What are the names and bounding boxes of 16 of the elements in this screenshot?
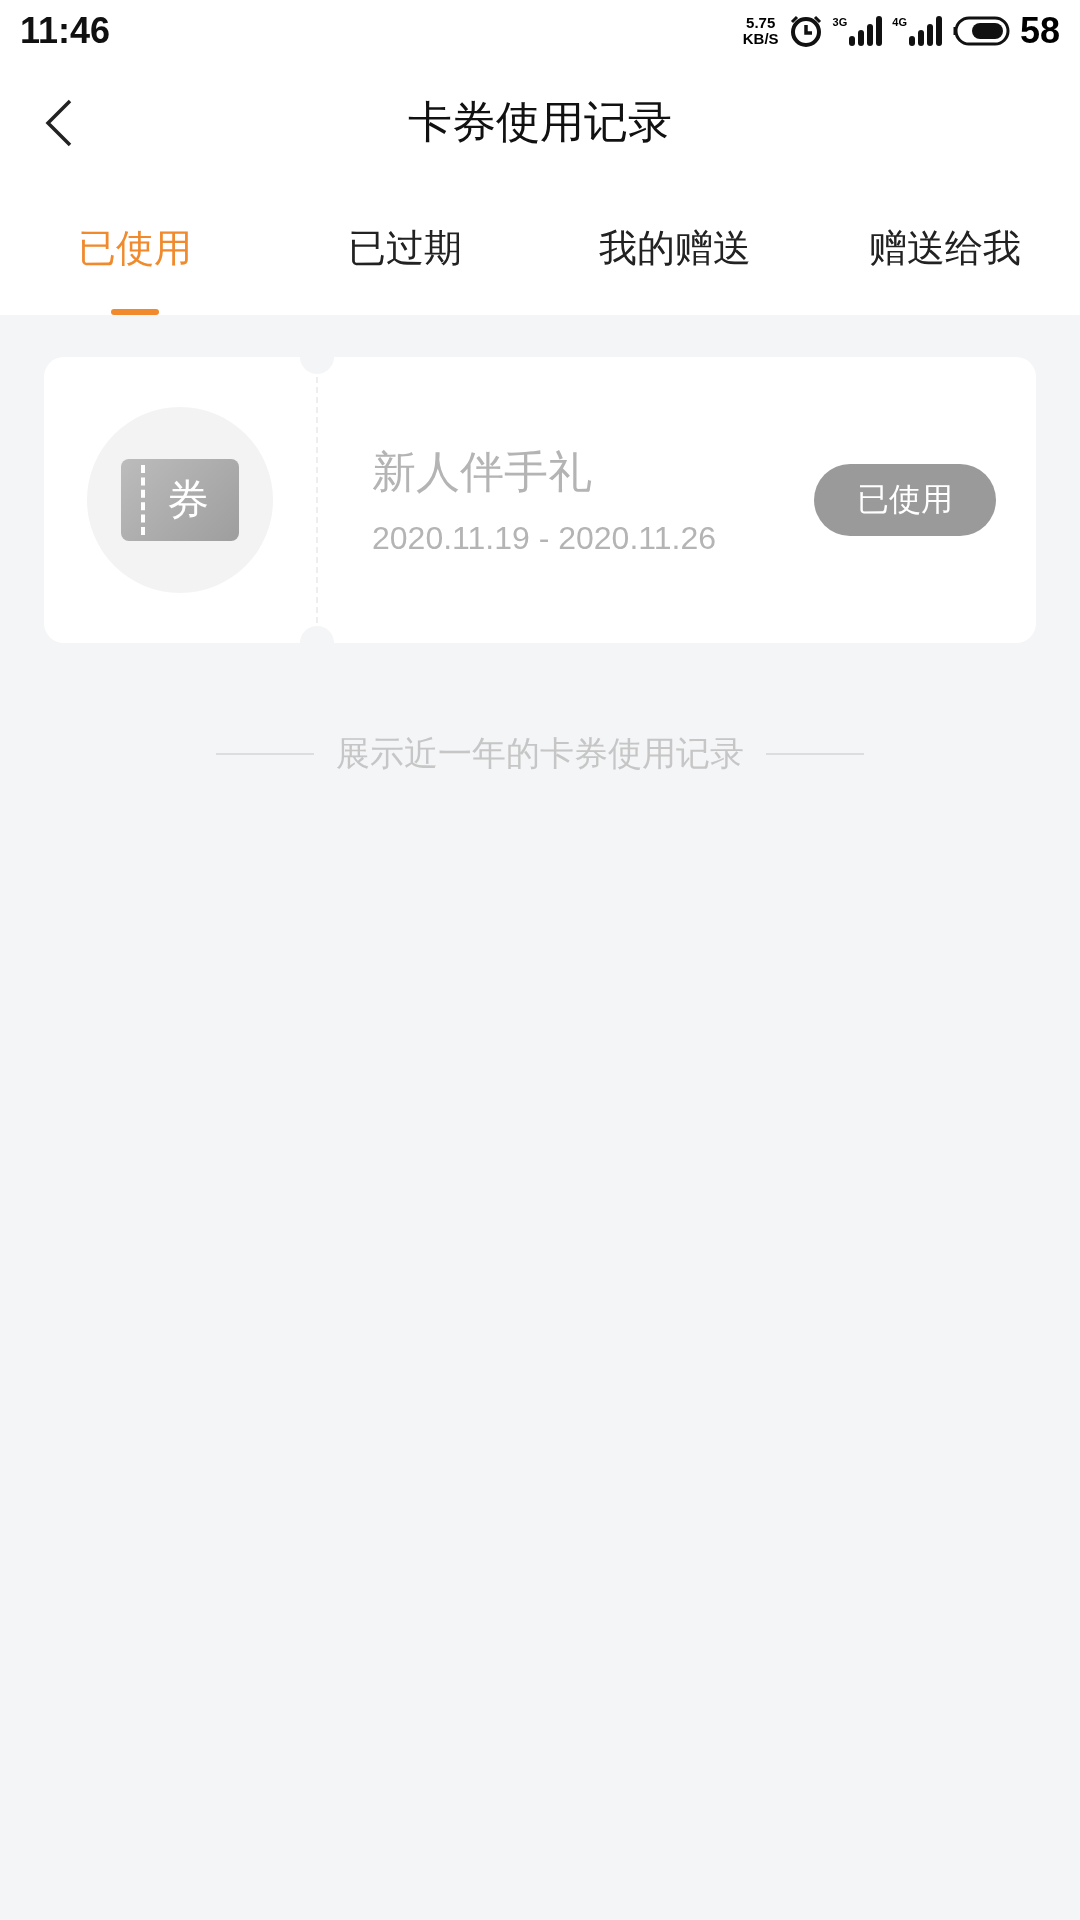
tab[interactable]: 已过期 [270,182,540,315]
tab[interactable]: 我的赠送 [540,182,810,315]
page-title: 卡券使用记录 [408,94,672,149]
coupon-name: 新人伴手礼 [372,445,593,499]
network-type: 4G [892,16,907,28]
signal-icon [848,16,883,46]
signal-icon [907,16,942,46]
battery-icon [951,16,1010,46]
network-speed: 5.75 KB/S [742,15,779,47]
tab[interactable]: 赠送给我 [810,182,1080,315]
network-type: 3G [832,16,848,28]
status-time: 11:46 [20,10,111,52]
coupon-period: 2020.11.19 - 2020.11.26 [372,520,717,557]
battery-level: 58 [1019,10,1060,52]
ticket-icon: 券 [121,459,239,541]
alarm-icon [788,14,823,48]
